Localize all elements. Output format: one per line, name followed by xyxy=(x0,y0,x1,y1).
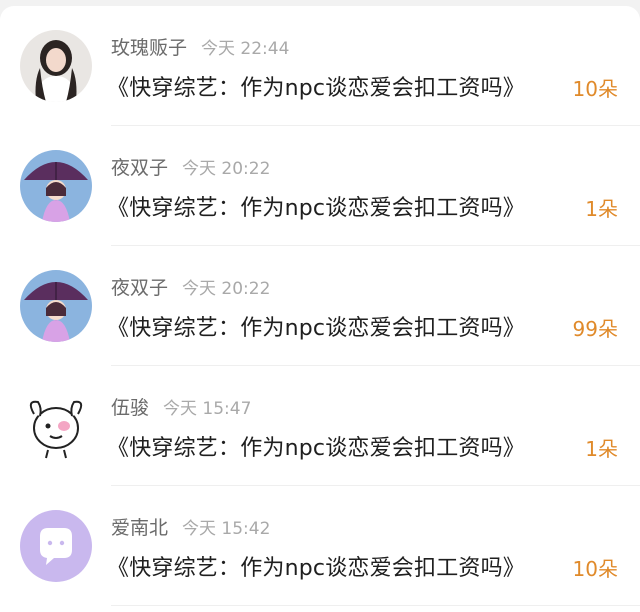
comment-item[interactable]: 夜双子 今天 20:22 《快穿综艺：作为npc谈恋爱会扣工资吗》 99朵 xyxy=(0,246,640,366)
gift-count: 10朵 xyxy=(572,77,618,101)
username[interactable]: 夜双子 xyxy=(111,157,168,179)
gift-count: 10朵 xyxy=(572,557,618,581)
comment-meta: 夜双子 今天 20:22 xyxy=(111,273,270,303)
comment-meta: 爱南北 今天 15:42 xyxy=(111,513,270,543)
comment-meta: 玫瑰贩子 今天 22:44 xyxy=(111,33,289,63)
avatar[interactable] xyxy=(20,150,92,222)
timestamp: 今天 20:22 xyxy=(182,159,271,179)
username[interactable]: 玫瑰贩子 xyxy=(111,37,187,59)
timestamp: 今天 15:42 xyxy=(182,519,271,539)
username[interactable]: 伍骏 xyxy=(111,397,149,419)
username[interactable]: 爱南北 xyxy=(111,517,168,539)
cartoon-dog-icon xyxy=(20,390,92,462)
avatar[interactable] xyxy=(20,270,92,342)
comment-text: 《快穿综艺：作为npc谈恋爱会扣工资吗》 xyxy=(107,196,526,221)
anime-girl-umbrella-icon xyxy=(20,150,92,222)
comment-text: 《快穿综艺：作为npc谈恋爱会扣工资吗》 xyxy=(107,556,526,581)
comment-item[interactable]: 夜双子 今天 20:22 《快穿综艺：作为npc谈恋爱会扣工资吗》 1朵 xyxy=(0,126,640,246)
woman-photo-icon xyxy=(20,30,92,102)
avatar[interactable] xyxy=(20,30,92,102)
divider xyxy=(111,605,640,606)
gift-count: 99朵 xyxy=(572,317,618,341)
avatar[interactable] xyxy=(20,390,92,462)
timestamp: 今天 20:22 xyxy=(182,279,271,299)
comment-meta: 夜双子 今天 20:22 xyxy=(111,153,270,183)
comment-item[interactable]: 玫瑰贩子 今天 22:44 《快穿综艺：作为npc谈恋爱会扣工资吗》 10朵 xyxy=(0,6,640,126)
comment-item[interactable]: 伍骏 今天 15:47 《快穿综艺：作为npc谈恋爱会扣工资吗》 1朵 xyxy=(0,366,640,486)
timestamp: 今天 15:47 xyxy=(163,399,252,419)
comment-text: 《快穿综艺：作为npc谈恋爱会扣工资吗》 xyxy=(107,76,526,101)
avatar[interactable] xyxy=(20,510,92,582)
comment-text: 《快穿综艺：作为npc谈恋爱会扣工资吗》 xyxy=(107,316,526,341)
timestamp: 今天 22:44 xyxy=(201,39,290,59)
default-avatar-icon xyxy=(20,510,92,582)
comment-item[interactable]: 爱南北 今天 15:42 《快穿综艺：作为npc谈恋爱会扣工资吗》 10朵 xyxy=(0,486,640,606)
gift-count: 1朵 xyxy=(585,197,618,221)
gift-count: 1朵 xyxy=(585,437,618,461)
comment-text: 《快穿综艺：作为npc谈恋爱会扣工资吗》 xyxy=(107,436,526,461)
username[interactable]: 夜双子 xyxy=(111,277,168,299)
comment-list: 玫瑰贩子 今天 22:44 《快穿综艺：作为npc谈恋爱会扣工资吗》 10朵 夜双… xyxy=(0,6,640,612)
comment-meta: 伍骏 今天 15:47 xyxy=(111,393,251,423)
anime-girl-umbrella-icon xyxy=(20,270,92,342)
